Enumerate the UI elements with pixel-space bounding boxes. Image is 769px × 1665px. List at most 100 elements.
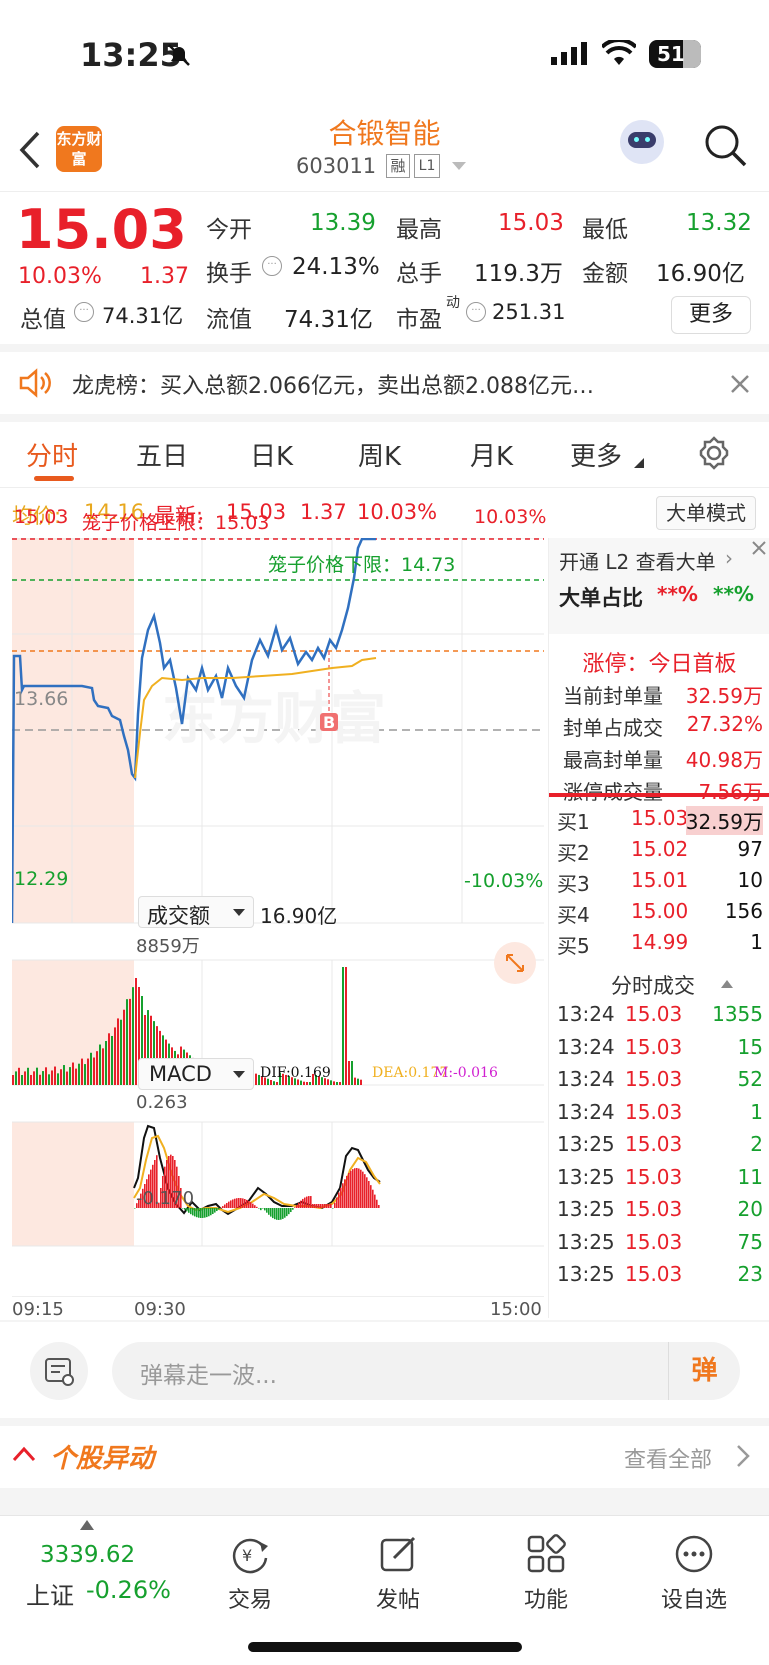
index-name[interactable]: 上证 bbox=[26, 1576, 74, 1611]
tab-month-k[interactable]: 月K bbox=[470, 436, 513, 473]
big-order-mode-button[interactable]: 大单模式 bbox=[656, 496, 756, 530]
expand-icon[interactable] bbox=[494, 942, 536, 984]
limit-title: 涨停：今日首板 bbox=[582, 652, 737, 677]
chevron-down-icon bbox=[233, 909, 245, 916]
low-label: 最低 bbox=[582, 217, 628, 243]
volume-value: 119.3万 bbox=[474, 261, 563, 287]
macd-bar bbox=[290, 1208, 292, 1213]
nav-functions[interactable]: 功能 bbox=[486, 1524, 606, 1634]
macd-bar bbox=[234, 1198, 236, 1208]
volume-selector[interactable]: 成交额 bbox=[138, 896, 254, 928]
macd-bar bbox=[366, 1177, 368, 1208]
notice-bar[interactable]: 龙虎榜：买入总额2.066亿元，卖出总额2.088亿元… bbox=[0, 352, 769, 414]
volume-bar bbox=[54, 1066, 56, 1085]
info-icon[interactable]: ··· bbox=[466, 302, 486, 322]
volume-bar bbox=[72, 1062, 74, 1085]
volume-bar bbox=[39, 1074, 41, 1085]
volume-bar bbox=[360, 1079, 362, 1085]
tab-more[interactable]: 更多 bbox=[570, 436, 622, 473]
macd-bar bbox=[288, 1208, 290, 1215]
macd-bar bbox=[320, 1204, 322, 1208]
macd-bar bbox=[364, 1174, 366, 1208]
macd-bar bbox=[322, 1204, 324, 1208]
tick-volume: 75 bbox=[737, 1229, 763, 1254]
robot-assistant-icon[interactable] bbox=[620, 120, 664, 164]
volume-bar bbox=[63, 1065, 65, 1085]
macd-bar bbox=[224, 1204, 226, 1208]
volume-bar bbox=[336, 1082, 338, 1085]
tab-indicator bbox=[34, 476, 74, 481]
battery-icon: 51 bbox=[649, 40, 701, 68]
chart-top-price: 15.03 bbox=[14, 506, 69, 528]
view-all-link[interactable]: 查看全部 bbox=[624, 1442, 712, 1474]
macd-bar bbox=[370, 1185, 372, 1208]
tick-price: 15.03 bbox=[625, 1034, 683, 1059]
m-value: M:-0.016 bbox=[434, 1065, 498, 1081]
nav-trade[interactable]: ¥ 交易 bbox=[190, 1524, 310, 1634]
volume-bar bbox=[102, 1048, 104, 1085]
tick-price: 15.03 bbox=[625, 1262, 683, 1286]
tick-price: 15.03 bbox=[625, 1067, 683, 1091]
macd-bar bbox=[254, 1205, 256, 1208]
chevron-up-icon bbox=[12, 1446, 36, 1462]
tab-intraday[interactable]: 分时 bbox=[26, 436, 78, 473]
chart-mid-price: 13.66 bbox=[14, 688, 69, 710]
b-mark: B bbox=[323, 713, 335, 732]
gear-icon[interactable] bbox=[697, 436, 731, 470]
macd-bar bbox=[274, 1208, 276, 1220]
chevron-down-icon[interactable] bbox=[452, 162, 466, 172]
indicator-selector[interactable]: MACD bbox=[138, 1058, 254, 1090]
danmaku-send-button[interactable]: 弹 bbox=[668, 1342, 740, 1400]
tick-volume: 20 bbox=[737, 1197, 763, 1221]
volume-bar bbox=[78, 1063, 80, 1085]
caret-up-icon[interactable] bbox=[721, 980, 733, 988]
macd-bar bbox=[252, 1203, 254, 1208]
danmaku-settings-icon[interactable] bbox=[30, 1342, 88, 1400]
nav-label: 功能 bbox=[523, 1588, 568, 1613]
volume-bar bbox=[48, 1074, 50, 1085]
more-button[interactable]: 更多 bbox=[671, 296, 751, 334]
macd-bar bbox=[250, 1202, 252, 1208]
time-axis: 09:15 09:30 15:00 bbox=[12, 1296, 544, 1320]
index-pct[interactable]: -0.26% bbox=[86, 1576, 171, 1604]
macd-bar bbox=[238, 1198, 240, 1208]
book-level: 买1 bbox=[557, 810, 590, 834]
l2-box[interactable]: 开通 L2 查看大单 › 大单占比 **% **% bbox=[549, 538, 769, 634]
nav-post[interactable]: 发帖 bbox=[338, 1524, 458, 1634]
macd-bar bbox=[334, 1202, 336, 1208]
stock-alert-section[interactable]: 个股异动 查看全部 bbox=[0, 1426, 769, 1486]
time-tick: 09:15 bbox=[12, 1299, 64, 1320]
tab-week-k[interactable]: 周K bbox=[358, 436, 401, 473]
close-icon[interactable] bbox=[751, 540, 767, 556]
margin-tag: 融 bbox=[386, 154, 410, 178]
tab-five-day[interactable]: 五日 bbox=[136, 436, 188, 473]
book-volume: 156 bbox=[724, 899, 763, 923]
info-icon[interactable]: ··· bbox=[262, 256, 282, 276]
open-value: 13.39 bbox=[310, 210, 376, 236]
macd-bar bbox=[242, 1198, 244, 1208]
trade-icon: ¥ bbox=[232, 1538, 268, 1574]
open-label: 今开 bbox=[206, 217, 252, 243]
macd-bar bbox=[240, 1198, 242, 1208]
volume-bar bbox=[99, 1044, 101, 1085]
search-icon[interactable] bbox=[704, 124, 748, 168]
info-icon[interactable]: ··· bbox=[74, 302, 94, 322]
tab-day-k[interactable]: 日K bbox=[250, 436, 293, 473]
volume-bar bbox=[351, 1061, 353, 1085]
danmaku-input[interactable]: 弹幕走一波... 弹 bbox=[112, 1342, 740, 1400]
macd-bar bbox=[354, 1168, 356, 1208]
index-value[interactable]: 3339.62 bbox=[40, 1542, 135, 1568]
nav-watchlist[interactable]: 设自选 bbox=[634, 1524, 754, 1634]
watermark: 东方财富 bbox=[162, 687, 386, 752]
volume-bar bbox=[129, 998, 131, 1085]
macd-bar bbox=[306, 1196, 308, 1208]
close-icon[interactable] bbox=[730, 374, 750, 394]
limit-stat-label: 最高封单量 bbox=[563, 748, 663, 772]
grid-icon bbox=[527, 1534, 566, 1573]
macd-bar bbox=[358, 1168, 360, 1208]
book-price: 15.02 bbox=[631, 837, 689, 861]
tick-volume: 1 bbox=[750, 1099, 763, 1124]
macd-bar bbox=[284, 1208, 286, 1218]
macd-bar bbox=[300, 1200, 302, 1208]
tick-price: 15.03 bbox=[625, 1099, 683, 1124]
